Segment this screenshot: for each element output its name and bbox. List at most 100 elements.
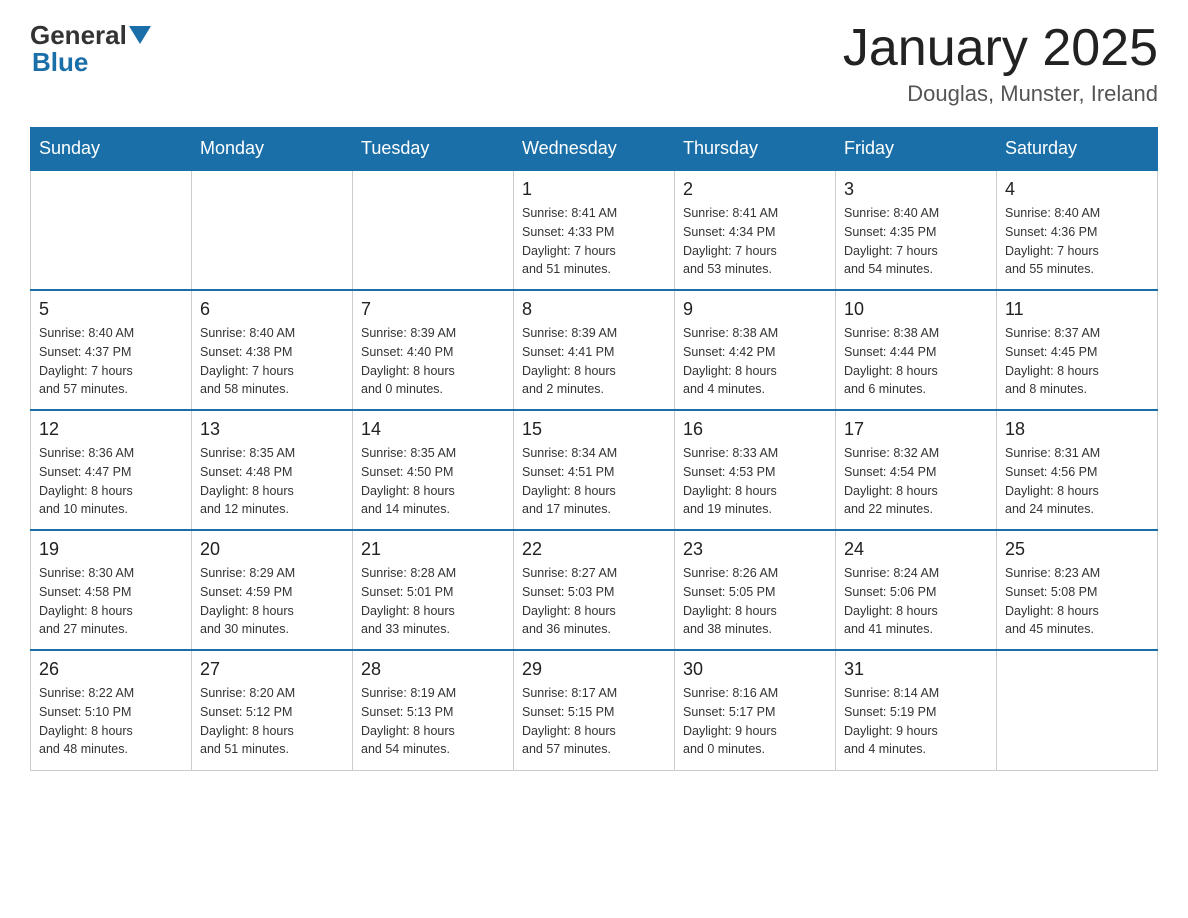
calendar-week-row: 26 Sunrise: 8:22 AM Sunset: 5:10 PM Dayli…: [31, 650, 1158, 770]
calendar-cell: 24 Sunrise: 8:24 AM Sunset: 5:06 PM Dayli…: [836, 530, 997, 650]
day-of-week-header: Thursday: [675, 128, 836, 171]
calendar-cell: 10 Sunrise: 8:38 AM Sunset: 4:44 PM Dayli…: [836, 290, 997, 410]
calendar-cell: 25Sunrise: 8:23 AM Sunset: 5:08 PM Dayli…: [997, 530, 1158, 650]
day-of-week-header: Saturday: [997, 128, 1158, 171]
logo-arrow-icon: [129, 26, 151, 48]
day-number: 5: [39, 299, 183, 320]
calendar-cell: 16Sunrise: 8:33 AM Sunset: 4:53 PM Dayli…: [675, 410, 836, 530]
day-number: 2: [683, 179, 827, 200]
calendar-cell: 13 Sunrise: 8:35 AM Sunset: 4:48 PM Dayli…: [192, 410, 353, 530]
day-info: Sunrise: 8:20 AM Sunset: 5:12 PM Dayligh…: [200, 684, 344, 759]
day-number: 3: [844, 179, 988, 200]
calendar-cell: 11Sunrise: 8:37 AM Sunset: 4:45 PM Dayli…: [997, 290, 1158, 410]
day-number: 1: [522, 179, 666, 200]
calendar-cell: 30Sunrise: 8:16 AM Sunset: 5:17 PM Dayli…: [675, 650, 836, 770]
day-number: 27: [200, 659, 344, 680]
calendar-table: SundayMondayTuesdayWednesdayThursdayFrid…: [30, 127, 1158, 771]
calendar-cell: 29 Sunrise: 8:17 AM Sunset: 5:15 PM Dayli…: [514, 650, 675, 770]
day-info: Sunrise: 8:23 AM Sunset: 5:08 PM Dayligh…: [1005, 564, 1149, 639]
day-of-week-header: Wednesday: [514, 128, 675, 171]
logo-blue: Blue: [32, 47, 88, 78]
day-info: Sunrise: 8:38 AM Sunset: 4:44 PM Dayligh…: [844, 324, 988, 399]
calendar-week-row: 19 Sunrise: 8:30 AM Sunset: 4:58 PM Dayli…: [31, 530, 1158, 650]
calendar-cell: 3Sunrise: 8:40 AM Sunset: 4:35 PM Daylig…: [836, 170, 997, 290]
calendar-cell: 7 Sunrise: 8:39 AM Sunset: 4:40 PM Daylig…: [353, 290, 514, 410]
calendar-cell: [997, 650, 1158, 770]
day-info: Sunrise: 8:40 AM Sunset: 4:37 PM Dayligh…: [39, 324, 183, 399]
calendar-cell: 18Sunrise: 8:31 AM Sunset: 4:56 PM Dayli…: [997, 410, 1158, 530]
calendar-cell: 14 Sunrise: 8:35 AM Sunset: 4:50 PM Dayli…: [353, 410, 514, 530]
calendar-title: January 2025: [843, 20, 1158, 77]
day-number: 28: [361, 659, 505, 680]
calendar-cell: 20Sunrise: 8:29 AM Sunset: 4:59 PM Dayli…: [192, 530, 353, 650]
day-info: Sunrise: 8:14 AM Sunset: 5:19 PM Dayligh…: [844, 684, 988, 759]
day-number: 13: [200, 419, 344, 440]
calendar-cell: 23Sunrise: 8:26 AM Sunset: 5:05 PM Dayli…: [675, 530, 836, 650]
day-number: 6: [200, 299, 344, 320]
calendar-cell: 4 Sunrise: 8:40 AM Sunset: 4:36 PM Daylig…: [997, 170, 1158, 290]
logo: General Blue: [30, 20, 151, 78]
calendar-cell: 28 Sunrise: 8:19 AM Sunset: 5:13 PM Dayli…: [353, 650, 514, 770]
calendar-cell: 19 Sunrise: 8:30 AM Sunset: 4:58 PM Dayli…: [31, 530, 192, 650]
calendar-cell: [31, 170, 192, 290]
day-number: 26: [39, 659, 183, 680]
day-of-week-header: Tuesday: [353, 128, 514, 171]
calendar-cell: 26 Sunrise: 8:22 AM Sunset: 5:10 PM Dayli…: [31, 650, 192, 770]
day-info: Sunrise: 8:40 AM Sunset: 4:36 PM Dayligh…: [1005, 204, 1149, 279]
day-number: 21: [361, 539, 505, 560]
calendar-cell: 22Sunrise: 8:27 AM Sunset: 5:03 PM Dayli…: [514, 530, 675, 650]
day-number: 16: [683, 419, 827, 440]
day-info: Sunrise: 8:35 AM Sunset: 4:50 PM Dayligh…: [361, 444, 505, 519]
calendar-cell: 2Sunrise: 8:41 AM Sunset: 4:34 PM Daylig…: [675, 170, 836, 290]
day-number: 29: [522, 659, 666, 680]
day-number: 30: [683, 659, 827, 680]
calendar-header-row: SundayMondayTuesdayWednesdayThursdayFrid…: [31, 128, 1158, 171]
day-info: Sunrise: 8:28 AM Sunset: 5:01 PM Dayligh…: [361, 564, 505, 639]
day-info: Sunrise: 8:35 AM Sunset: 4:48 PM Dayligh…: [200, 444, 344, 519]
calendar-cell: 5 Sunrise: 8:40 AM Sunset: 4:37 PM Daylig…: [31, 290, 192, 410]
day-info: Sunrise: 8:27 AM Sunset: 5:03 PM Dayligh…: [522, 564, 666, 639]
calendar-week-row: 5 Sunrise: 8:40 AM Sunset: 4:37 PM Daylig…: [31, 290, 1158, 410]
day-number: 19: [39, 539, 183, 560]
day-number: 14: [361, 419, 505, 440]
day-info: Sunrise: 8:24 AM Sunset: 5:06 PM Dayligh…: [844, 564, 988, 639]
day-info: Sunrise: 8:39 AM Sunset: 4:40 PM Dayligh…: [361, 324, 505, 399]
day-info: Sunrise: 8:34 AM Sunset: 4:51 PM Dayligh…: [522, 444, 666, 519]
calendar-cell: 31 Sunrise: 8:14 AM Sunset: 5:19 PM Dayli…: [836, 650, 997, 770]
calendar-week-row: 1 Sunrise: 8:41 AM Sunset: 4:33 PM Daylig…: [31, 170, 1158, 290]
day-info: Sunrise: 8:22 AM Sunset: 5:10 PM Dayligh…: [39, 684, 183, 759]
day-number: 17: [844, 419, 988, 440]
day-info: Sunrise: 8:30 AM Sunset: 4:58 PM Dayligh…: [39, 564, 183, 639]
calendar-cell: 6 Sunrise: 8:40 AM Sunset: 4:38 PM Daylig…: [192, 290, 353, 410]
title-section: January 2025 Douglas, Munster, Ireland: [843, 20, 1158, 107]
day-info: Sunrise: 8:17 AM Sunset: 5:15 PM Dayligh…: [522, 684, 666, 759]
calendar-cell: [353, 170, 514, 290]
day-number: 31: [844, 659, 988, 680]
calendar-cell: 27 Sunrise: 8:20 AM Sunset: 5:12 PM Dayli…: [192, 650, 353, 770]
day-info: Sunrise: 8:39 AM Sunset: 4:41 PM Dayligh…: [522, 324, 666, 399]
day-info: Sunrise: 8:37 AM Sunset: 4:45 PM Dayligh…: [1005, 324, 1149, 399]
day-number: 4: [1005, 179, 1149, 200]
calendar-cell: 8Sunrise: 8:39 AM Sunset: 4:41 PM Daylig…: [514, 290, 675, 410]
day-number: 23: [683, 539, 827, 560]
calendar-cell: 21 Sunrise: 8:28 AM Sunset: 5:01 PM Dayli…: [353, 530, 514, 650]
day-number: 9: [683, 299, 827, 320]
calendar-cell: 9 Sunrise: 8:38 AM Sunset: 4:42 PM Daylig…: [675, 290, 836, 410]
day-info: Sunrise: 8:41 AM Sunset: 4:33 PM Dayligh…: [522, 204, 666, 279]
calendar-cell: 17Sunrise: 8:32 AM Sunset: 4:54 PM Dayli…: [836, 410, 997, 530]
calendar-cell: 12 Sunrise: 8:36 AM Sunset: 4:47 PM Dayli…: [31, 410, 192, 530]
page-header: General Blue January 2025 Douglas, Munst…: [30, 20, 1158, 107]
day-number: 10: [844, 299, 988, 320]
day-info: Sunrise: 8:38 AM Sunset: 4:42 PM Dayligh…: [683, 324, 827, 399]
calendar-subtitle: Douglas, Munster, Ireland: [843, 81, 1158, 107]
day-info: Sunrise: 8:40 AM Sunset: 4:38 PM Dayligh…: [200, 324, 344, 399]
day-number: 15: [522, 419, 666, 440]
day-number: 20: [200, 539, 344, 560]
day-info: Sunrise: 8:31 AM Sunset: 4:56 PM Dayligh…: [1005, 444, 1149, 519]
day-number: 24: [844, 539, 988, 560]
day-of-week-header: Monday: [192, 128, 353, 171]
day-number: 12: [39, 419, 183, 440]
day-number: 7: [361, 299, 505, 320]
day-info: Sunrise: 8:36 AM Sunset: 4:47 PM Dayligh…: [39, 444, 183, 519]
day-info: Sunrise: 8:19 AM Sunset: 5:13 PM Dayligh…: [361, 684, 505, 759]
